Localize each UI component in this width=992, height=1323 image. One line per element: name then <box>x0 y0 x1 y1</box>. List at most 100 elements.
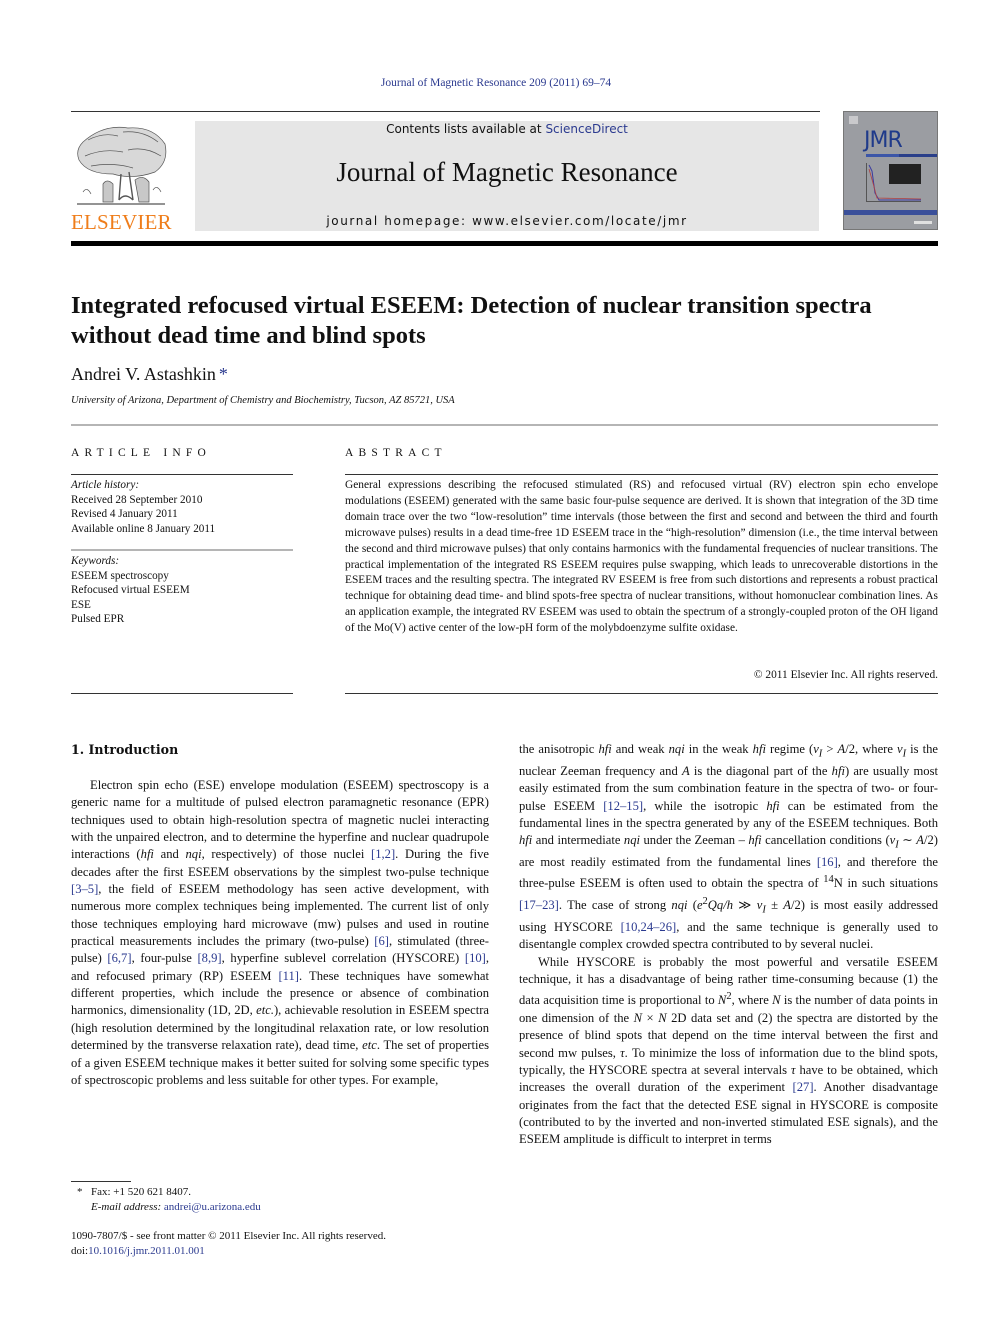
corresponding-author-mark[interactable]: * <box>219 364 228 384</box>
text-run: and weak <box>611 742 669 756</box>
article-info-label: ARTICLE INFO <box>71 447 211 459</box>
citation-link[interactable]: [6,7] <box>107 951 131 965</box>
text-run: , four-pulse <box>131 951 198 966</box>
text-italic: etc. <box>256 1003 274 1018</box>
term-hfi: hfi <box>519 833 533 848</box>
math-qqh: Qq/h <box>707 898 733 913</box>
text-run: under the Zeeman – <box>640 833 749 848</box>
term-nqi: nqi <box>623 833 640 848</box>
text-run: , while the isotropic <box>643 798 767 813</box>
keywords: Keywords: ESEEM spectroscopy Refocused v… <box>71 554 293 627</box>
cover-publisher-mark <box>849 116 858 124</box>
paper-title: Integrated refocused virtual ESEEM: Dete… <box>71 292 872 349</box>
author-footnote: * Fax: +1 520 621 8407. E-mail address: a… <box>77 1185 261 1215</box>
text-run: ≫ <box>732 898 757 913</box>
cover-bottom-band <box>844 210 937 215</box>
front-matter: 1090-7807/$ - see front matter © 2011 El… <box>71 1229 386 1259</box>
intro-paragraph-2: While HYSCORE is probably the most power… <box>519 954 938 1149</box>
sciencedirect-link[interactable]: ScienceDirect <box>545 122 627 136</box>
text-run: . The case of strong <box>558 898 672 913</box>
author-name[interactable]: Andrei V. Astashkin <box>71 364 216 384</box>
footnote-rule <box>71 1181 131 1182</box>
text-run: , respectively) of those nuclei <box>201 847 372 862</box>
citation-link[interactable]: [11] <box>278 969 299 983</box>
keyword-item: ESE <box>71 598 91 611</box>
email-label: E-mail address: <box>91 1201 164 1213</box>
email-link[interactable]: andrei@u.arizona.edu <box>164 1201 261 1213</box>
issn-copyright: 1090-7807/$ - see front matter © 2011 El… <box>71 1230 386 1242</box>
text-run: ∼ <box>898 833 917 848</box>
text-run: N in such situations <box>833 876 938 891</box>
term-hfi: hfi <box>748 833 762 848</box>
article-history: Article history: Received 28 September 2… <box>71 478 293 536</box>
masthead-divider <box>71 241 938 246</box>
citation-link[interactable]: [3–5] <box>71 882 98 896</box>
abstract-bottom-rule <box>345 693 938 694</box>
citation-link[interactable]: [10] <box>465 951 486 965</box>
text-run: regime ( <box>765 742 814 756</box>
term-hfi: hfi <box>752 742 766 756</box>
text-run: the anisotropic <box>519 742 599 756</box>
cover-band <box>899 154 937 157</box>
right-column: the anisotropic hfi and weak nqi in the … <box>519 741 938 1149</box>
cover-inset-image <box>889 164 921 184</box>
text-run: and intermediate <box>532 833 624 848</box>
contents-line: Contents lists available at ScienceDirec… <box>195 122 819 136</box>
keywords-rule <box>71 549 293 551</box>
abstract-label: ABSTRACT <box>345 447 447 459</box>
term-hfi: hfi <box>831 763 845 778</box>
citation-link[interactable]: [1,2] <box>371 847 395 861</box>
citation-link[interactable]: [10,24–26] <box>621 920 677 934</box>
text-run: , hyperfine sublevel correlation (HYSCOR… <box>221 951 465 966</box>
math-n: N <box>772 993 781 1008</box>
journal-homepage[interactable]: journal homepage: www.elsevier.com/locat… <box>195 214 819 228</box>
text-run: in the weak <box>684 742 753 756</box>
intro-paragraph-1: Electron spin echo (ESE) envelope modula… <box>71 777 489 1089</box>
text-run: ( <box>687 898 697 913</box>
term-hfi: hfi <box>598 742 612 756</box>
citation-link[interactable]: [12–15] <box>603 799 643 813</box>
math-n: N <box>633 1010 643 1025</box>
text-run: × <box>642 1010 659 1025</box>
journal-cover-image[interactable]: JMR <box>843 111 938 230</box>
journal-title: Journal of Magnetic Resonance <box>336 157 678 187</box>
contents-prefix: Contents lists available at <box>386 122 546 136</box>
elsevier-tree-icon <box>73 122 169 210</box>
doi-link[interactable]: 10.1016/j.jmr.2011.01.001 <box>88 1245 205 1257</box>
section-heading-introduction: 1. Introduction <box>71 742 179 757</box>
affiliation: University of Arizona, Department of Che… <box>71 395 455 406</box>
citation-link[interactable]: [27] <box>793 1080 814 1094</box>
term-hfi: hfi <box>766 798 780 813</box>
text-run: , where <box>731 993 773 1008</box>
text-italic: etc <box>362 1038 377 1053</box>
intro-paragraph-1-continued: the anisotropic hfi and weak nqi in the … <box>519 741 938 954</box>
running-head[interactable]: Journal of Magnetic Resonance 209 (2011)… <box>0 77 992 89</box>
article-history-label: Article history: <box>71 479 140 491</box>
citation-link[interactable]: [6] <box>374 934 389 948</box>
text-run: /2, where <box>845 742 897 756</box>
text-run: > <box>822 742 838 756</box>
text-run: is the diagonal part of the <box>689 763 832 778</box>
citation-link[interactable]: [8,9] <box>197 951 221 965</box>
history-revised: Revised 4 January 2011 <box>71 508 178 521</box>
fax-number: Fax: +1 520 621 8407. <box>91 1186 192 1198</box>
history-received: Received 28 September 2010 <box>71 493 203 506</box>
keywords-label: Keywords: <box>71 555 120 567</box>
footnote-mark: * <box>77 1186 83 1198</box>
math-a: A <box>783 898 791 913</box>
term-nqi: nqi <box>668 742 685 756</box>
citation-link[interactable]: [16] <box>817 855 838 869</box>
keyword-item: Pulsed EPR <box>71 613 125 626</box>
term-hfi: hfi <box>140 847 154 862</box>
citation-link[interactable]: [17–23] <box>519 898 559 912</box>
term-nqi: nqi <box>671 898 688 913</box>
text-run: and <box>153 847 186 862</box>
article-info-rule <box>71 474 293 475</box>
doi-prefix: doi: <box>71 1245 89 1257</box>
author-line: Andrei V. Astashkin * <box>71 364 228 385</box>
header-rule <box>71 111 820 112</box>
abstract-rule <box>345 474 938 475</box>
elsevier-logo[interactable]: ELSEVIER <box>71 122 172 234</box>
article-info-bottom-rule <box>71 693 293 694</box>
title-divider <box>71 424 938 426</box>
